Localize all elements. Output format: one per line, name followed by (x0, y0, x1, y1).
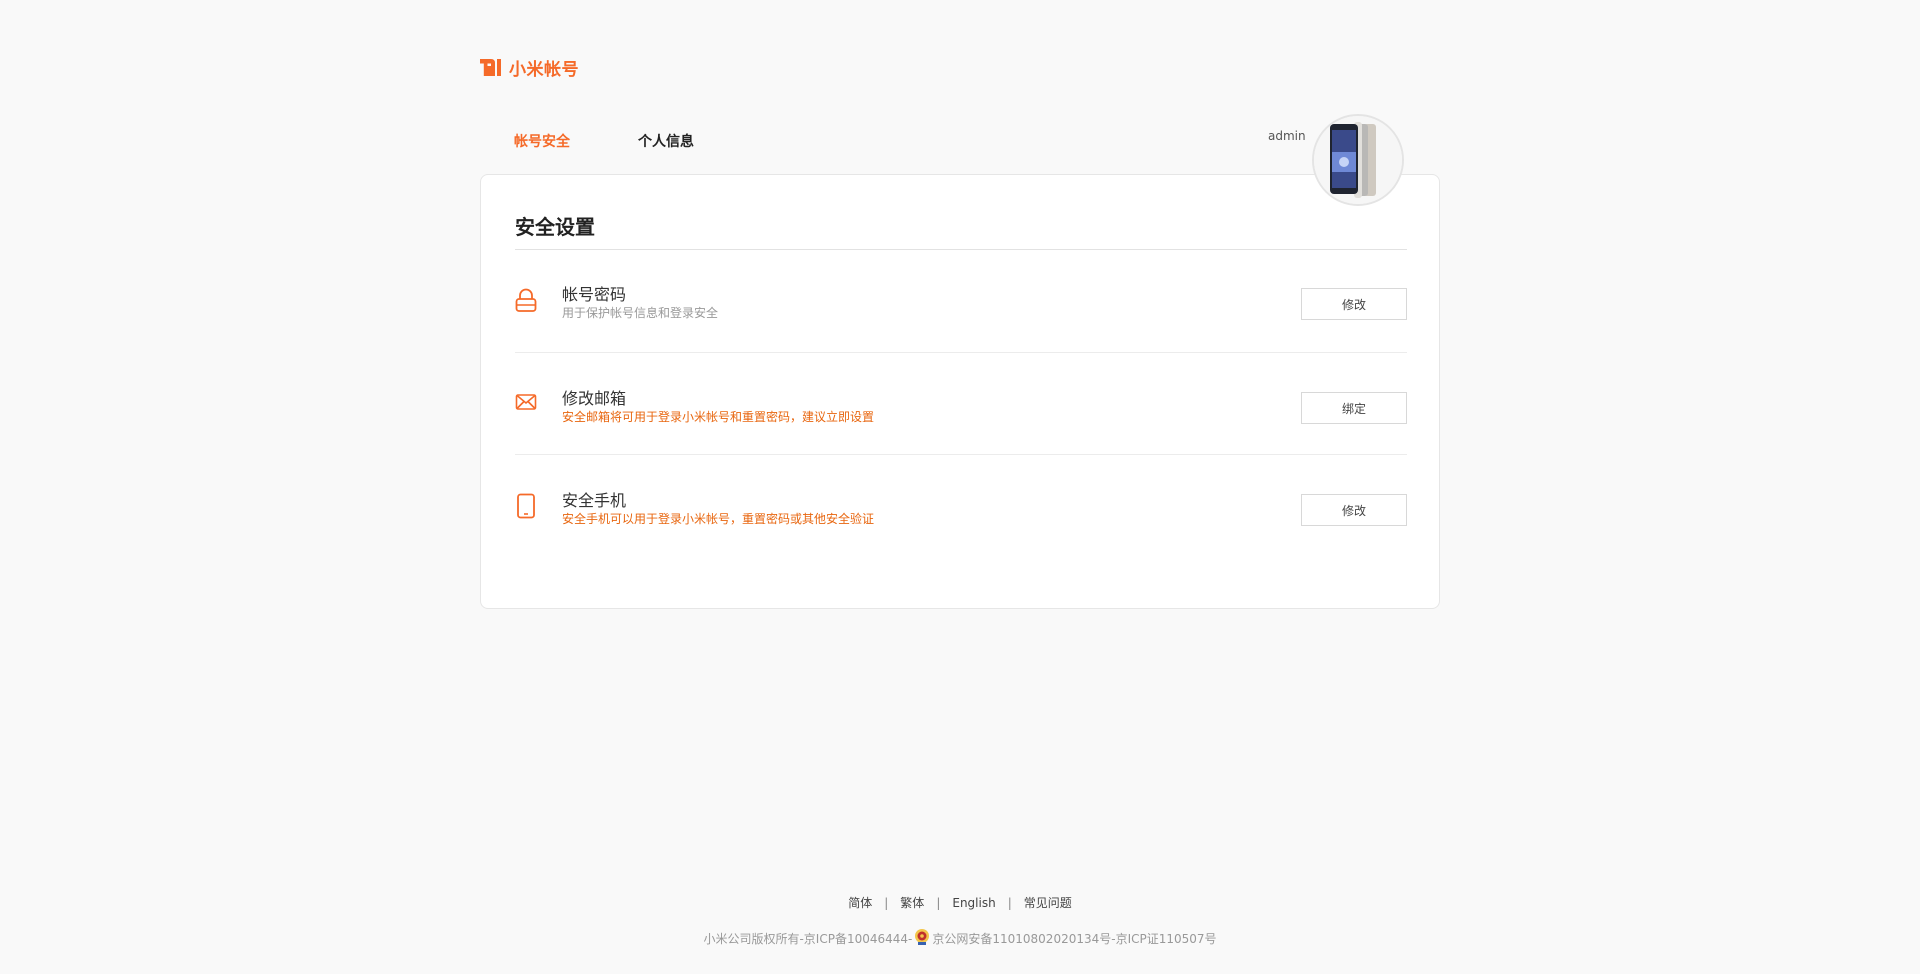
row-title: 安全手机 (562, 491, 627, 510)
security-settings-card: 安全设置 帐号密码 用于保护帐号信息和登录安全 修改 修改邮箱 安全邮箱将可用于… (480, 174, 1440, 609)
separator: | (1007, 896, 1012, 910)
logo[interactable]: 小米帐号 (480, 55, 579, 80)
row-title: 修改邮箱 (562, 389, 627, 408)
separator: | (936, 896, 941, 910)
separator: | (884, 896, 889, 910)
row-description: 安全手机可以用于登录小米帐号，重置密码或其他安全验证 (562, 512, 875, 526)
avatar[interactable] (1312, 114, 1404, 206)
modify-phone-button[interactable]: 修改 (1301, 494, 1407, 526)
copyright-text: 小米公司版权所有-京ICP备10046444- (703, 932, 913, 946)
lang-link-traditional[interactable]: 繁体 (900, 896, 924, 910)
mobile-icon (515, 493, 537, 519)
setting-row-password: 帐号密码 用于保护帐号信息和登录安全 修改 (515, 250, 1407, 352)
setting-row-phone: 安全手机 安全手机可以用于登录小米帐号，重置密码或其他安全验证 修改 (515, 454, 1407, 556)
mi-logo-icon (480, 59, 501, 76)
mail-icon (515, 392, 537, 418)
footer-language-links: 简体 | 繁体 | English | 常见问题 (0, 894, 1920, 911)
tab-personal-info[interactable]: 个人信息 (638, 131, 694, 151)
phone-avatar-image (1314, 116, 1402, 204)
card-title: 安全设置 (515, 215, 595, 239)
lang-link-english[interactable]: English (952, 896, 995, 910)
tab-bar: 帐号安全 个人信息 (514, 131, 694, 151)
footer-copyright: 小米公司版权所有-京ICP备10046444- 京公网安备110108020201… (0, 928, 1920, 947)
lang-link-simplified[interactable]: 简体 (848, 896, 872, 910)
police-record-link[interactable]: 京公网安备11010802020134号-京ICP证110507号 (932, 932, 1216, 946)
modify-password-button[interactable]: 修改 (1301, 288, 1407, 320)
tab-account-security[interactable]: 帐号安全 (514, 131, 570, 151)
row-description: 用于保护帐号信息和登录安全 (562, 306, 719, 320)
bind-email-button[interactable]: 绑定 (1301, 392, 1407, 424)
police-badge-icon (913, 928, 931, 946)
logo-text: 小米帐号 (509, 60, 579, 80)
lock-icon (515, 288, 537, 314)
row-description: 安全邮箱将可用于登录小米帐号和重置密码，建议立即设置 (562, 410, 875, 424)
setting-row-email: 修改邮箱 安全邮箱将可用于登录小米帐号和重置密码，建议立即设置 绑定 (515, 352, 1407, 454)
username[interactable]: admin (1268, 129, 1306, 143)
row-title: 帐号密码 (562, 285, 627, 304)
faq-link[interactable]: 常见问题 (1024, 896, 1072, 910)
